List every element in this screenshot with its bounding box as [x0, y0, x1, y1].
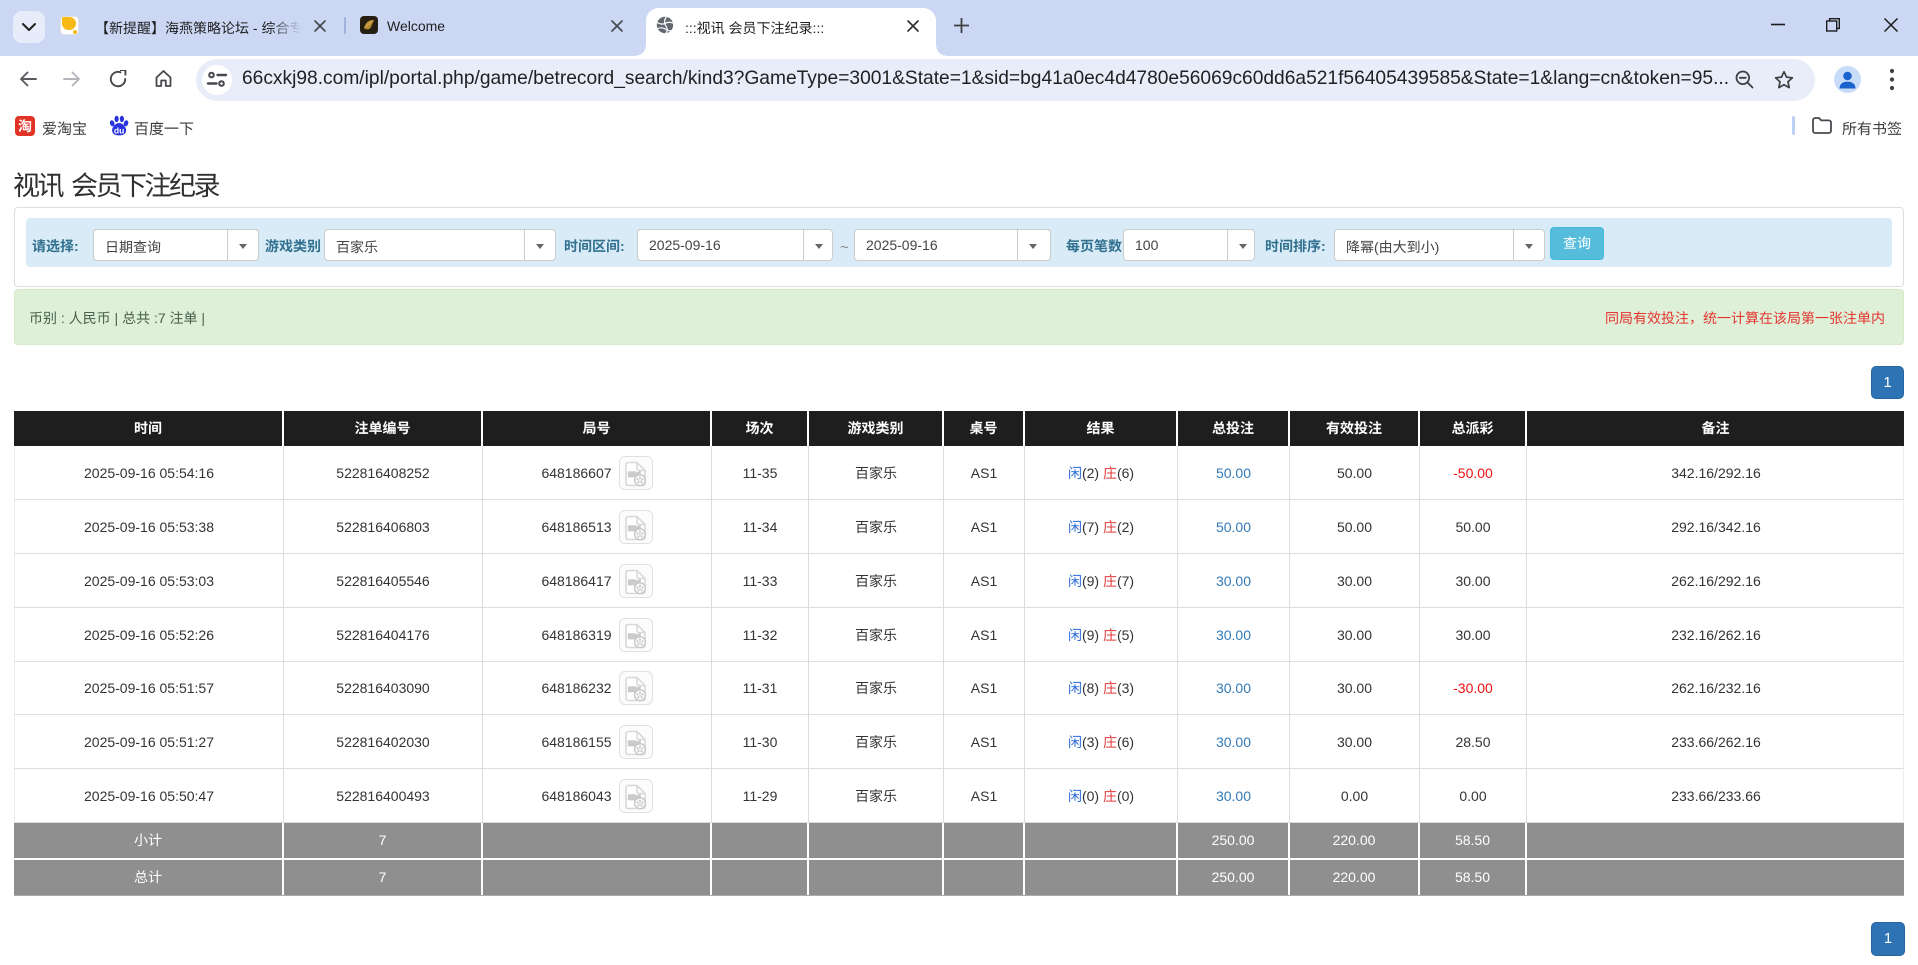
svg-text:du: du [114, 125, 124, 135]
